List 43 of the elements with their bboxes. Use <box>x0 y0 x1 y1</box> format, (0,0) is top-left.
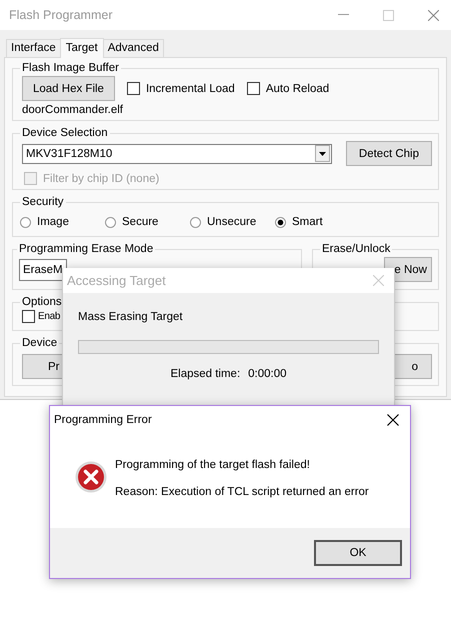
ok-button[interactable]: OK <box>314 540 402 566</box>
group-title: Security <box>21 196 65 208</box>
tab[interactable]: Target <box>60 38 104 58</box>
group-title: Device Selection <box>21 127 109 139</box>
file-name: doorCommander.elf <box>22 104 124 116</box>
radio-label: Image <box>37 216 69 228</box>
checkbox[interactable] <box>22 310 35 323</box>
radio-button[interactable] <box>105 216 116 228</box>
error-message: Programming of the target flash failed! <box>115 459 311 471</box>
radio-label: Unsecure <box>207 216 256 228</box>
dialog-title: Accessing Target <box>67 273 166 288</box>
checkbox-label: Filter by chip ID (none) <box>43 172 160 184</box>
error-icon <box>75 461 107 493</box>
dialog-title: Programming Error <box>54 414 152 426</box>
detect-chip-button[interactable]: Detect Chip <box>346 141 432 166</box>
tab[interactable]: Advanced <box>102 39 164 57</box>
close-icon <box>373 275 384 286</box>
load-hex-file-button[interactable]: Load Hex File <box>22 76 115 101</box>
checkbox-label: Auto Reload <box>266 82 330 94</box>
elapsed-label: Elapsed time: <box>170 368 240 380</box>
error-reason: Reason: Execution of TCL script returned an error <box>115 486 369 498</box>
group-title: Erase/Unlock <box>321 243 392 255</box>
group-title: Programming Erase Mode <box>18 243 154 255</box>
device-dropdown[interactable]: MKV31F128M10 <box>22 144 332 164</box>
checkbox-label: Enab <box>38 311 60 322</box>
group-title: Flash Image Buffer <box>21 62 120 74</box>
status-message: Mass Erasing Target <box>78 311 184 323</box>
checkbox[interactable] <box>246 82 260 95</box>
checkbox-label: Incremental Load <box>146 82 235 94</box>
radio-button[interactable] <box>275 216 286 228</box>
radio-label: Secure <box>122 216 158 228</box>
radio-button[interactable] <box>190 216 201 228</box>
close-icon[interactable] <box>387 414 399 426</box>
erase-mode-dropdown[interactable]: EraseM <box>19 259 67 281</box>
group-title: Options <box>21 296 63 308</box>
checkbox[interactable] <box>126 82 140 95</box>
window-title: Flash Programmer <box>9 8 112 22</box>
radio-label: Smart <box>292 216 323 228</box>
minimize-icon[interactable] <box>338 14 349 16</box>
group-title: Device <box>21 337 58 349</box>
tab[interactable]: Interface <box>6 39 61 57</box>
radio-button[interactable] <box>20 216 31 228</box>
elapsed-time: 0:00:00 <box>248 368 287 380</box>
